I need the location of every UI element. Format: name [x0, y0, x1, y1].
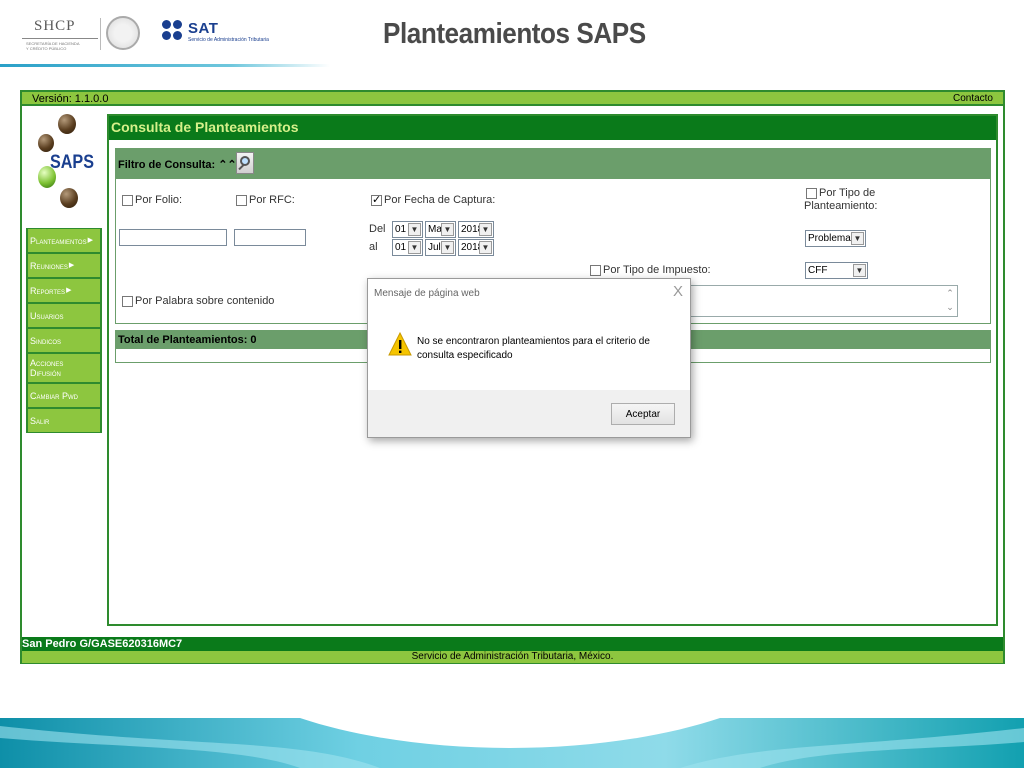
chevron-down-icon: ▼ [479, 223, 492, 236]
al-label: al [369, 241, 378, 253]
version-label: Versión: 1.1.0.0 [32, 93, 109, 105]
chevron-down-icon: ▼ [441, 223, 454, 236]
folio-checkbox[interactable]: Por Folio: [122, 194, 182, 206]
chevron-down-icon: ▼ [441, 241, 454, 254]
chevron-right-icon: ▶ [68, 261, 75, 269]
orb-icon [60, 188, 78, 208]
sidebar-item-usuarios[interactable]: Usuarios [26, 303, 102, 328]
del-year-select[interactable]: 2018 ▼ [458, 221, 494, 238]
dialog-message: No se encontraron planteamientos para el… [417, 336, 650, 361]
saps-logo: SAPS [30, 114, 100, 214]
slide-title: Planteamientos SAPS [383, 18, 646, 50]
panel-title: Consulta de Planteamientos [109, 116, 996, 140]
tipo-planteamiento-select[interactable]: Problema ▼ [805, 230, 866, 247]
message-dialog: Mensaje de página web X No se encontraro… [367, 278, 691, 438]
dialog-footer: Aceptar [368, 390, 690, 437]
chevron-right-icon: ▶ [66, 286, 72, 294]
warning-icon [388, 332, 412, 356]
bottom-wave-decoration [0, 718, 1024, 768]
sidebar-item-reuniones[interactable]: Reuniones ▶ [26, 253, 102, 278]
rfc-input[interactable] [234, 229, 306, 246]
footer-user: San Pedro G/GASE620316MC7 [22, 638, 183, 650]
rfc-checkbox[interactable]: Por RFC: [236, 194, 295, 206]
orb-icon [38, 134, 54, 152]
orb-icon [38, 166, 56, 188]
palabra-contenido-checkbox[interactable]: Por Palabra sobre contenido [122, 295, 274, 307]
footer-org: Servicio de Administración Tributaria, M… [411, 651, 614, 662]
scroll-up-icon: ⌃ [946, 288, 954, 298]
sidebar-menu: Planteamientos ▶ Reuniones ▶ Reportes ▶ Usu… [26, 228, 102, 433]
tipo-impuesto-checkbox[interactable]: Por Tipo de Impuesto: [590, 264, 711, 276]
header-accent-line [0, 64, 330, 67]
sat-dots-icon [162, 20, 184, 42]
chevron-down-icon: ▼ [408, 223, 421, 236]
footer-user-bar: San Pedro G/GASE620316MC7 [22, 637, 1003, 651]
sidebar-item-sindicos[interactable]: Sindicos [26, 328, 102, 353]
del-month-select[interactable]: May ▼ [425, 221, 456, 238]
chevron-down-icon: ▼ [479, 241, 492, 254]
contact-link[interactable]: Contacto [953, 93, 993, 104]
scroll-down-icon: ⌄ [946, 302, 954, 312]
mexico-seal-icon [106, 16, 140, 50]
al-year-select[interactable]: 2018 ▼ [458, 239, 494, 256]
shcp-logo-name: SHCP [34, 18, 76, 34]
del-day-select[interactable]: 01 ▼ [392, 221, 423, 238]
sidebar-item-reportes[interactable]: Reportes ▶ [26, 278, 102, 303]
chevron-down-icon: ▼ [408, 241, 421, 254]
search-button[interactable] [236, 152, 254, 174]
sat-logo-subtitle: Servicio de Administración Tributaria [188, 37, 269, 43]
del-label: Del [369, 223, 386, 235]
filter-header: Filtro de Consulta: ⌃⌃ [116, 149, 990, 179]
folio-input[interactable] [119, 229, 227, 246]
textarea-scrollbar[interactable]: ⌃ ⌄ [943, 286, 957, 316]
chevron-right-icon: ▶ [87, 236, 93, 244]
tipo-impuesto-select[interactable]: CFF ▼ [805, 262, 868, 279]
orb-icon [58, 114, 76, 134]
slide-header: SHCP SECRETARÍA DE HACIENDA Y CRÉDITO PÚ… [0, 0, 1024, 70]
accept-button[interactable]: Aceptar [611, 403, 675, 425]
close-icon[interactable]: X [673, 283, 683, 300]
shcp-logo-subtitle-2: Y CRÉDITO PÚBLICO [26, 46, 67, 51]
tipo-planteamiento-checkbox[interactable]: Por Tipo de Planteamiento: [804, 187, 877, 213]
shcp-logo: SHCP SECRETARÍA DE HACIENDA Y CRÉDITO PÚ… [18, 14, 98, 54]
sat-logo: SAT Servicio de Administración Tributari… [162, 20, 282, 50]
chevron-down-icon: ▼ [853, 264, 866, 277]
filter-toggle[interactable]: Filtro de Consulta: ⌃⌃ [118, 158, 237, 171]
sidebar-item-cambiar-pwd[interactable]: Cambiar Pwd [26, 383, 102, 408]
sat-logo-name: SAT [188, 20, 219, 37]
chevron-down-icon: ▼ [851, 232, 864, 245]
logo-divider [100, 18, 101, 50]
sidebar-item-salir[interactable]: Salir [26, 408, 102, 433]
al-month-select[interactable]: Jul ▼ [425, 239, 456, 256]
fecha-captura-checkbox[interactable]: Por Fecha de Captura: [371, 193, 495, 206]
sidebar-item-acciones-difusion[interactable]: Acciones Difusión [26, 353, 102, 383]
saps-logo-text: SAPS [50, 152, 94, 173]
sidebar-item-planteamientos[interactable]: Planteamientos ▶ [26, 228, 102, 253]
al-day-select[interactable]: 01 ▼ [392, 239, 423, 256]
footer-org-bar: Servicio de Administración Tributaria, M… [22, 651, 1003, 663]
app-top-bar: Versión: 1.1.0.0 Contacto [22, 92, 1003, 106]
dialog-title: Mensaje de página web [374, 288, 480, 299]
